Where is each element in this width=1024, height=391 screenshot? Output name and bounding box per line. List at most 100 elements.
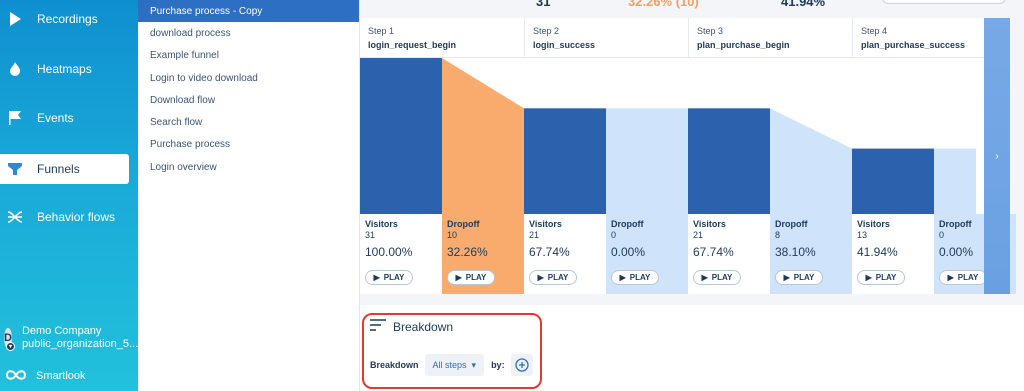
play-button[interactable]: ▶ PLAY [939, 270, 987, 285]
stat-percent: 67.74% [693, 245, 734, 259]
dropoff-stat: Dropoff 8 38.10% ▶ PLAY [770, 214, 852, 294]
stat-label: Visitors [693, 219, 726, 229]
play-label: PLAY [465, 273, 487, 282]
visitors-bar [688, 108, 770, 214]
stat-percent: 100.00% [365, 245, 413, 259]
play-icon: ▶ [373, 273, 380, 282]
dropoff-bar [606, 108, 688, 214]
add-breakdown-button[interactable] [510, 354, 533, 376]
stat-count: 10 [447, 230, 458, 240]
breakdown-step-select[interactable]: All steps ▾ [424, 354, 485, 376]
funnel-list-item[interactable]: Purchase process - Copy [138, 0, 359, 23]
stat-count: 31 [365, 230, 376, 240]
breakdown-select-value: All steps [432, 360, 467, 370]
stat-count: 21 [529, 230, 540, 240]
play-icon: ▶ [947, 273, 954, 282]
stat-label: Dropoff [775, 219, 808, 229]
funnel-stats: Visitors 31 100.00% ▶ PLAY Dropoff 10 32.26% ▶ PL… [360, 214, 1016, 294]
nav-label: Events [37, 111, 74, 125]
nav-item-events[interactable]: Events [0, 103, 138, 133]
stat-percent: 0.00% [611, 245, 646, 259]
nav-item-behavior-flows[interactable]: Behavior flows [0, 202, 138, 232]
nav-label: Funnels [37, 162, 80, 176]
funnel-list-item[interactable]: download process [138, 22, 359, 44]
nav-label: Recordings [37, 12, 98, 26]
stat-count: 0 [611, 230, 617, 240]
funnel-list-item[interactable]: Search flow [138, 111, 359, 133]
steps-header: Step 1 login_request_begin Step 2 login_su… [360, 18, 984, 58]
funnel-list-item[interactable]: Example funnel [138, 45, 359, 67]
funnel-list-item[interactable]: Purchase process [138, 134, 359, 156]
play-button[interactable]: ▶ PLAY [857, 270, 905, 285]
funnel-list-item[interactable]: Download flow [138, 89, 359, 111]
breakdown-controls: Breakdown All steps ▾ by: [370, 354, 533, 376]
funnel-list: Purchase process - Copy download process… [138, 0, 360, 391]
funnel-detail: 31 32.26% (10) 41.94% Step 1 login_reques… [360, 0, 1024, 391]
flame-icon [6, 60, 24, 78]
play-button[interactable]: ▶ PLAY [611, 270, 659, 285]
breakdown-title: Breakdown [393, 319, 454, 334]
play-icon: ▶ [455, 273, 462, 282]
play-label: PLAY [547, 273, 569, 282]
brand-name: Smartlook [36, 370, 86, 382]
play-button[interactable]: ▶ PLAY [365, 270, 413, 285]
play-label: PLAY [957, 273, 979, 282]
play-icon: ▶ [783, 273, 790, 282]
play-button[interactable]: ▶ PLAY [775, 270, 823, 285]
smartlook-logo-icon [4, 368, 27, 385]
stat-label: Visitors [365, 219, 398, 229]
nav-item-heatmaps[interactable]: Heatmaps [0, 54, 138, 84]
main-sidebar: Recordings Heatmaps Events Funnels Behav… [0, 0, 138, 391]
summary-total: 31 [536, 0, 551, 9]
funnel-list-item[interactable]: Login overview [138, 156, 359, 178]
visitors-stat: Visitors 13 41.94% ▶ PLAY [852, 214, 934, 294]
plus-circle-icon [514, 358, 529, 372]
breakdown-by-label: by: [491, 360, 505, 370]
chevron-right-icon: › [995, 150, 999, 162]
flag-icon [6, 109, 24, 127]
stat-percent: 32.26% [447, 245, 488, 259]
funnel-chart: Step 1 login_request_begin Step 2 login_su… [360, 18, 1016, 294]
dropoff-stat: Dropoff 0 0.00% ▶ PLAY [606, 214, 688, 294]
caret-down-icon: ▾ [471, 359, 477, 370]
play-button[interactable]: ▶ PLAY [693, 270, 741, 285]
funnel-list-item[interactable]: Login to video download [138, 67, 359, 89]
nav-label: Heatmaps [37, 62, 92, 76]
dropoff-bar [770, 108, 852, 214]
play-icon: ▶ [537, 273, 544, 282]
breakdown-header: Breakdown [370, 319, 453, 334]
organization-switcher[interactable]: D ▾ Demo Company public_organization_5..… [0, 322, 138, 354]
step-header: Step 2 login_success [524, 18, 688, 58]
play-label: PLAY [629, 273, 651, 282]
visitors-bar [360, 58, 442, 214]
play-button[interactable]: ▶ PLAY [529, 270, 577, 285]
dropoff-bar [442, 58, 524, 214]
funnel-icon [6, 160, 24, 178]
breakdown-label: Breakdown [370, 360, 419, 370]
stat-label: Visitors [529, 219, 562, 229]
nav-item-recordings[interactable]: Recordings [0, 4, 138, 34]
next-steps-button[interactable]: › [984, 18, 1010, 294]
play-icon: ▶ [701, 273, 708, 282]
top-action-button[interactable] [882, 0, 1006, 4]
play-button[interactable]: ▶ PLAY [447, 270, 495, 285]
stat-label: Dropoff [447, 219, 480, 229]
org-id: public_organization_5... [21, 338, 139, 350]
stat-count: 21 [693, 230, 704, 240]
summary-conversion: 41.94% [781, 0, 826, 9]
step-header: Step 4 plan_purchase_success [852, 18, 984, 58]
org-name: Demo Company [21, 325, 102, 337]
brand[interactable]: Smartlook [0, 364, 86, 388]
nav-item-funnels[interactable]: Funnels [0, 154, 129, 184]
play-icon [6, 10, 24, 28]
breakdown-panel: Breakdown Breakdown All steps ▾ by: [360, 305, 1024, 391]
play-label: PLAY [383, 273, 405, 282]
nav-label: Behavior flows [37, 210, 116, 224]
play-icon: ▶ [865, 273, 872, 282]
step-header: Step 1 login_request_begin [368, 26, 457, 50]
play-icon: ▶ [619, 273, 626, 282]
stat-count: 13 [857, 230, 868, 240]
visitors-bar [524, 108, 606, 214]
funnel-bars [360, 58, 976, 214]
stat-label: Dropoff [611, 219, 644, 229]
